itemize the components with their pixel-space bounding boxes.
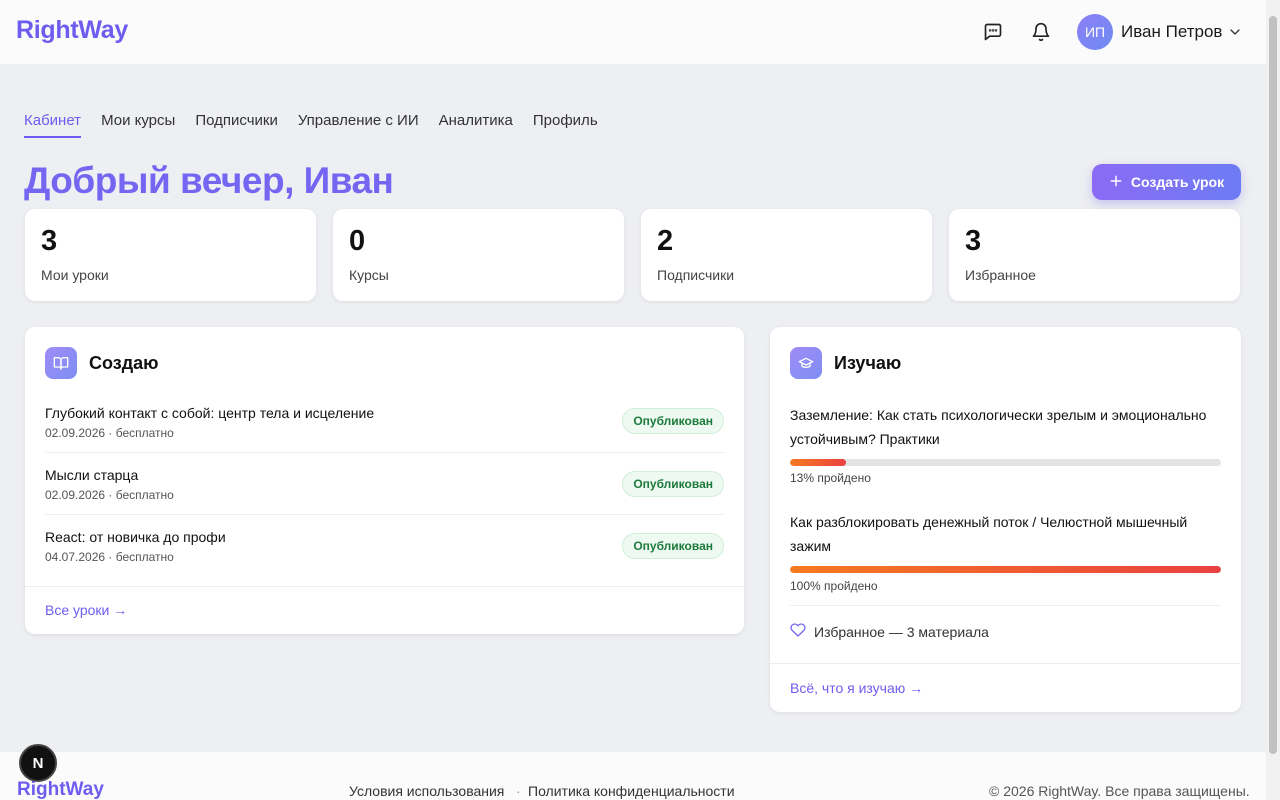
privacy-link[interactable]: Политика конфиденциальности <box>528 783 735 799</box>
list-item[interactable]: Глубокий контакт с собой: центр тела и и… <box>45 405 724 467</box>
nav-tabs: Кабинет Мои курсы Подписчики Управление … <box>24 112 598 138</box>
tab-subscribers[interactable]: Подписчики <box>195 112 278 138</box>
divider <box>770 663 1241 664</box>
lesson-meta: 04.07.2026 · бесплатно <box>45 550 174 564</box>
scrollbar-thumb[interactable] <box>1269 16 1277 754</box>
stat-card-lessons[interactable]: 3 Мои уроки <box>25 209 316 301</box>
stat-label: Мои уроки <box>41 267 109 283</box>
heart-icon <box>790 622 806 641</box>
progress-bar <box>790 566 1221 573</box>
tab-profile[interactable]: Профиль <box>533 112 598 138</box>
create-lesson-label: Создать урок <box>1130 174 1225 190</box>
stat-label: Курсы <box>349 267 389 283</box>
stat-card-courses[interactable]: 0 Курсы <box>333 209 624 301</box>
stat-card-favorites[interactable]: 3 Избранное <box>949 209 1240 301</box>
graduation-cap-icon <box>790 347 822 379</box>
footer-logo[interactable]: RightWay <box>17 779 104 800</box>
plus-icon <box>1109 174 1123 191</box>
dev-tools-badge[interactable]: N <box>19 744 57 782</box>
favorites-row[interactable]: Избранное — 3 материала <box>790 622 989 641</box>
avatar[interactable]: ИП <box>1077 14 1113 50</box>
logo[interactable]: RightWay <box>16 16 128 45</box>
progress-fill <box>790 459 847 466</box>
status-badge: Опубликован <box>622 408 724 434</box>
footer: RightWay Условия использования · Политик… <box>0 752 1266 800</box>
stat-value: 0 <box>349 225 366 257</box>
divider <box>45 514 724 515</box>
lesson-meta: 02.09.2026 · бесплатно <box>45 488 174 502</box>
tab-cabinet[interactable]: Кабинет <box>24 112 82 138</box>
create-lesson-button[interactable]: Создать урок <box>1092 164 1241 200</box>
tab-analytics[interactable]: Аналитика <box>439 112 513 138</box>
progress-fill <box>790 566 1221 573</box>
stat-value: 3 <box>965 225 982 257</box>
tab-ai-management[interactable]: Управление с ИИ <box>298 112 419 138</box>
user-name[interactable]: Иван Петров <box>1121 22 1222 42</box>
progress-text: 100% пройдено <box>790 579 878 593</box>
copyright: © 2026 RightWay. Все права защищены. <box>989 783 1250 799</box>
study-item-title[interactable]: Как разблокировать денежный поток / Челю… <box>790 510 1220 558</box>
status-badge: Опубликован <box>622 471 724 497</box>
study-item-title[interactable]: Заземление: Как стать психологически зре… <box>790 403 1220 451</box>
terms-link[interactable]: Условия использования <box>349 783 504 799</box>
creating-card: Создаю Глубокий контакт с собой: центр т… <box>25 327 744 634</box>
studying-card: Изучаю Заземление: Как стать психологиче… <box>770 327 1241 712</box>
lesson-title: Мысли старца <box>45 467 139 483</box>
creating-title: Создаю <box>89 353 159 373</box>
progress-text: 13% пройдено <box>790 471 871 485</box>
divider <box>790 605 1221 606</box>
scrollbar[interactable] <box>1266 0 1280 800</box>
top-header: RightWay ИП Иван Петров <box>0 0 1266 64</box>
all-studying-link[interactable]: Всё, что я изучаю → <box>790 680 923 696</box>
studying-title: Изучаю <box>834 353 902 373</box>
stat-card-subscribers[interactable]: 2 Подписчики <box>641 209 932 301</box>
footer-separator: · <box>516 783 521 799</box>
divider <box>25 586 744 587</box>
lesson-title: Глубокий контакт с собой: центр тела и и… <box>45 405 375 421</box>
status-badge: Опубликован <box>622 533 724 559</box>
all-lessons-link[interactable]: Все уроки → <box>45 602 127 618</box>
stat-label: Избранное <box>965 267 1036 283</box>
list-item[interactable]: React: от новичка до профи 04.07.2026 · … <box>45 529 724 591</box>
book-icon <box>45 347 77 379</box>
progress-bar <box>790 459 1221 466</box>
stat-label: Подписчики <box>657 267 735 283</box>
chevron-down-icon[interactable] <box>1227 24 1243 40</box>
stat-value: 3 <box>41 225 58 257</box>
divider <box>45 452 724 453</box>
list-item[interactable]: Мысли старца 02.09.2026 · бесплатно Опуб… <box>45 467 724 529</box>
page-title: Добрый вечер, Иван <box>24 160 394 201</box>
favorites-label: Избранное — 3 материала <box>814 623 989 640</box>
tab-my-courses[interactable]: Мои курсы <box>101 112 175 138</box>
chat-icon[interactable] <box>981 20 1005 44</box>
lesson-meta: 02.09.2026 · бесплатно <box>45 426 174 440</box>
stat-value: 2 <box>657 225 674 257</box>
bell-icon[interactable] <box>1029 20 1053 44</box>
lesson-title: React: от новичка до профи <box>45 529 226 545</box>
